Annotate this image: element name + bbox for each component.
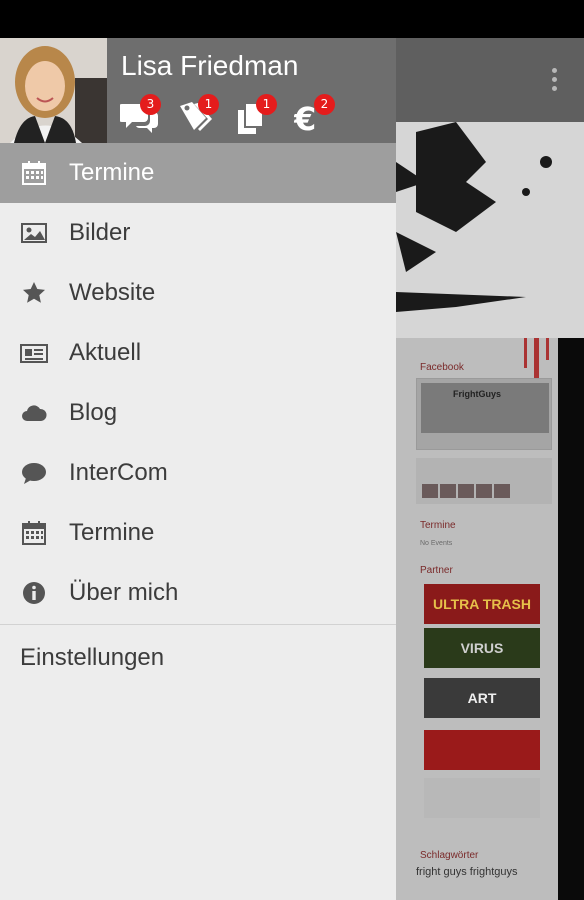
nav-item-label: Termine <box>69 519 155 546</box>
settings-item[interactable]: Einstellungen <box>20 644 164 672</box>
drawer-header: Lisa Friedman 3 1 1 € 2 <box>0 38 396 143</box>
notification-badge: 1 <box>256 94 277 115</box>
background-partner-label: Partner <box>420 565 453 576</box>
drawer-nav-list: Termine Bilder Website Aktuell Blog Inte… <box>0 143 396 623</box>
background-facebook-label: Facebook <box>420 362 464 373</box>
partner-banner <box>424 778 540 818</box>
nav-item-label: Bilder <box>69 219 131 246</box>
avatar[interactable] <box>0 38 107 143</box>
messages-button[interactable]: 3 <box>118 94 176 136</box>
background-facebook-box: FrightGuys <box>416 378 552 450</box>
info-icon <box>23 582 45 604</box>
nav-item-aktuell[interactable]: Aktuell <box>0 323 396 383</box>
background-friends-box <box>416 458 552 504</box>
image-icon <box>21 223 47 243</box>
payments-button[interactable]: € 2 <box>292 94 350 136</box>
nav-item-label: Website <box>69 279 156 306</box>
newspaper-icon <box>20 344 48 363</box>
nav-item-label: Termine <box>69 159 155 186</box>
nav-item-bilder[interactable]: Bilder <box>0 203 396 263</box>
calendar-icon <box>22 521 46 545</box>
nav-item-label: Aktuell <box>69 339 142 366</box>
background-tags-label: Schlagwörter <box>420 850 479 861</box>
nav-item-blog[interactable]: Blog <box>0 383 396 443</box>
navigation-drawer: Lisa Friedman 3 1 1 € 2 Termine Bilder W… <box>0 38 396 900</box>
status-bar <box>0 0 584 38</box>
partner-banner: ART <box>424 678 540 718</box>
documents-button[interactable]: 1 <box>234 94 292 136</box>
overflow-menu-icon[interactable] <box>552 68 558 94</box>
nav-item-intercom[interactable]: InterCom <box>0 443 396 503</box>
chat-icon <box>22 463 46 484</box>
partner-banner: VIRUS <box>424 628 540 668</box>
partner-banner: ULTRA TRASH <box>424 584 540 624</box>
background-app-content: Facebook FrightGuys Termine No Events Pa… <box>396 38 584 900</box>
background-tags: fright guys frightguys <box>416 866 518 878</box>
user-name: Lisa Friedman <box>121 50 299 81</box>
svg-text:€: € <box>294 100 316 134</box>
background-hero-artwork <box>396 122 584 338</box>
partner-banner <box>424 730 540 770</box>
background-termine-sub: No Events <box>420 540 453 547</box>
notification-badge: 2 <box>314 94 335 115</box>
nav-item-label: InterCom <box>69 459 168 486</box>
nav-item-website[interactable]: Website <box>0 263 396 323</box>
nav-item-label: Blog <box>69 399 118 426</box>
calendar-icon <box>22 161 46 185</box>
drawer-divider <box>0 624 396 625</box>
cloud-icon <box>22 405 47 421</box>
background-termine-label: Termine <box>420 520 456 531</box>
red-drip-decoration <box>524 338 549 378</box>
notification-badge: 3 <box>140 94 161 115</box>
nav-item-termine[interactable]: Termine <box>0 143 396 203</box>
tags-button[interactable]: 1 <box>176 94 234 136</box>
nav-item-ueber-mich[interactable]: Über mich <box>0 563 396 623</box>
background-action-bar <box>396 38 584 122</box>
nav-item-label: Über mich <box>69 579 179 606</box>
star-icon <box>23 282 45 303</box>
header-icon-row: 3 1 1 € 2 <box>118 94 350 136</box>
notification-badge: 1 <box>198 94 219 115</box>
nav-item-termine-2[interactable]: Termine <box>0 503 396 563</box>
